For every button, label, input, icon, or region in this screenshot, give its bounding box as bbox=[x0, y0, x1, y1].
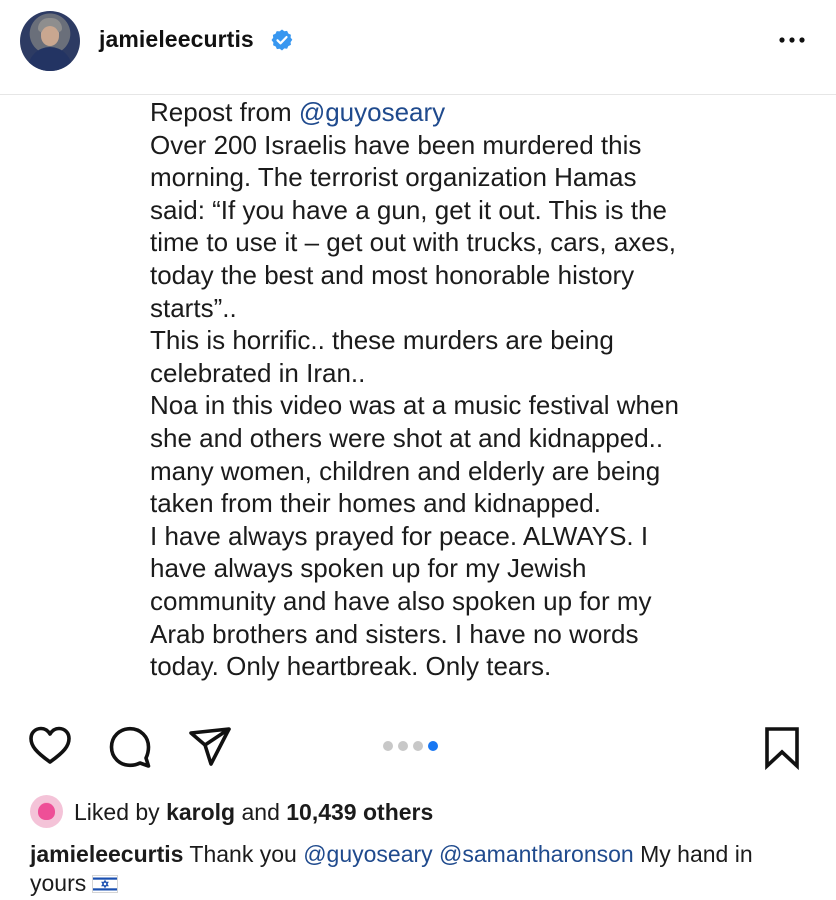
carousel-dot-active[interactable] bbox=[428, 741, 438, 751]
post-text-line: have always spoken up for my Jewish bbox=[150, 552, 770, 585]
post-image-text: Repost from @guyoseary Over 200 Israelis … bbox=[150, 96, 770, 683]
post-text-segment: she and others were shot at and kidnappe… bbox=[150, 422, 664, 453]
post-text-line: she and others were shot at and kidnappe… bbox=[150, 422, 770, 455]
post-text-line: I have always prayed for peace. ALWAYS. … bbox=[150, 520, 770, 553]
avatar-face bbox=[41, 26, 59, 46]
likes-count[interactable]: 10,439 others bbox=[286, 799, 433, 825]
author-username[interactable]: jamieleecurtis bbox=[99, 26, 254, 53]
post-text-segment: have always spoken up for my Jewish bbox=[150, 553, 587, 584]
post-text-segment: Repost from bbox=[150, 97, 299, 127]
carousel-dot[interactable] bbox=[383, 741, 393, 751]
post-text-segment: today the best and most honorable histor… bbox=[150, 259, 635, 290]
comment-icon[interactable] bbox=[106, 723, 154, 771]
post-text-line: taken from their homes and kidnapped. bbox=[150, 487, 770, 520]
post-text-line: Noa in this video was at a music festiva… bbox=[150, 389, 770, 422]
post-text-line: community and have also spoken up for my bbox=[150, 585, 770, 618]
carousel-indicator bbox=[383, 738, 443, 751]
post-text-segment: said: “If you have a gun, get it out. Th… bbox=[150, 194, 667, 225]
liker-avatar-figure bbox=[38, 803, 55, 820]
post-text-segment: today. Only heartbreak. Only tears. bbox=[150, 651, 552, 682]
post-text-line: Repost from @guyoseary bbox=[150, 96, 770, 129]
post-header: jamieleecurtis bbox=[0, 0, 836, 95]
carousel-dot[interactable] bbox=[398, 741, 408, 751]
post-text-segment: time to use it – get out with trucks, ca… bbox=[150, 227, 676, 258]
post-text-line: morning. The terrorist organization Hama… bbox=[150, 161, 770, 194]
post-text-line: today the best and most honorable histor… bbox=[150, 259, 770, 292]
verified-badge-icon bbox=[271, 29, 293, 51]
author-avatar[interactable] bbox=[20, 11, 80, 71]
share-icon[interactable] bbox=[186, 723, 234, 771]
post-text-line: Over 200 Israelis have been murdered thi… bbox=[150, 129, 770, 162]
avatar-body bbox=[28, 47, 72, 71]
post-text-line: many women, children and elderly are bei… bbox=[150, 455, 770, 488]
post-text-segment: Arab brothers and sisters. I have no wor… bbox=[150, 618, 639, 649]
post-text-segment: I have always prayed for peace. ALWAYS. … bbox=[150, 520, 649, 551]
post-text-line: celebrated in Iran.. bbox=[150, 357, 770, 390]
israel-flag-icon bbox=[92, 875, 119, 893]
post-text-segment: taken from their homes and kidnapped. bbox=[150, 488, 601, 519]
more-options-icon[interactable] bbox=[776, 26, 808, 50]
caption-username[interactable]: jamieleecurtis bbox=[30, 841, 183, 867]
post-text-mention: @guyoseary bbox=[298, 97, 446, 127]
likes-text[interactable]: Liked by karolg and 10,439 others bbox=[74, 799, 433, 826]
post-text-line: time to use it – get out with trucks, ca… bbox=[150, 226, 770, 259]
post-text-segment: community and have also spoken up for my bbox=[150, 585, 652, 616]
heart-icon[interactable] bbox=[26, 722, 74, 770]
likes-prefix: Liked by bbox=[74, 799, 167, 825]
carousel-dot[interactable] bbox=[413, 741, 423, 751]
bookmark-icon[interactable] bbox=[758, 723, 806, 771]
post-text-line: starts”.. bbox=[150, 292, 770, 325]
post-text-segment: This is horrific.. these murders are bei… bbox=[150, 325, 614, 356]
caption-mention-samantharonson[interactable]: @samantharonson bbox=[439, 841, 634, 867]
post-text-segment: celebrated in Iran.. bbox=[150, 357, 366, 388]
post-text-line: today. Only heartbreak. Only tears. bbox=[150, 650, 770, 683]
likes-middle: and bbox=[235, 799, 287, 825]
liker-avatar[interactable] bbox=[30, 795, 63, 828]
post-text-segment: morning. The terrorist organization Hama… bbox=[150, 162, 637, 193]
post-text-line: This is horrific.. these murders are bei… bbox=[150, 324, 770, 357]
post-text-segment: many women, children and elderly are bei… bbox=[150, 455, 661, 486]
caption-text-1: Thank you bbox=[183, 841, 304, 867]
post-text-segment: starts”.. bbox=[150, 292, 237, 323]
liker-username[interactable]: karolg bbox=[166, 799, 235, 825]
post-text-segment: Over 200 Israelis have been murdered thi… bbox=[150, 129, 642, 160]
post-text-line: said: “If you have a gun, get it out. Th… bbox=[150, 194, 770, 227]
post-text-line: Arab brothers and sisters. I have no wor… bbox=[150, 618, 770, 651]
caption-mention-guyoseary[interactable]: @guyoseary bbox=[303, 841, 432, 867]
post-text-segment: Noa in this video was at a music festiva… bbox=[150, 390, 679, 421]
post-caption: jamieleecurtis Thank you @guyoseary @sam… bbox=[30, 840, 810, 898]
